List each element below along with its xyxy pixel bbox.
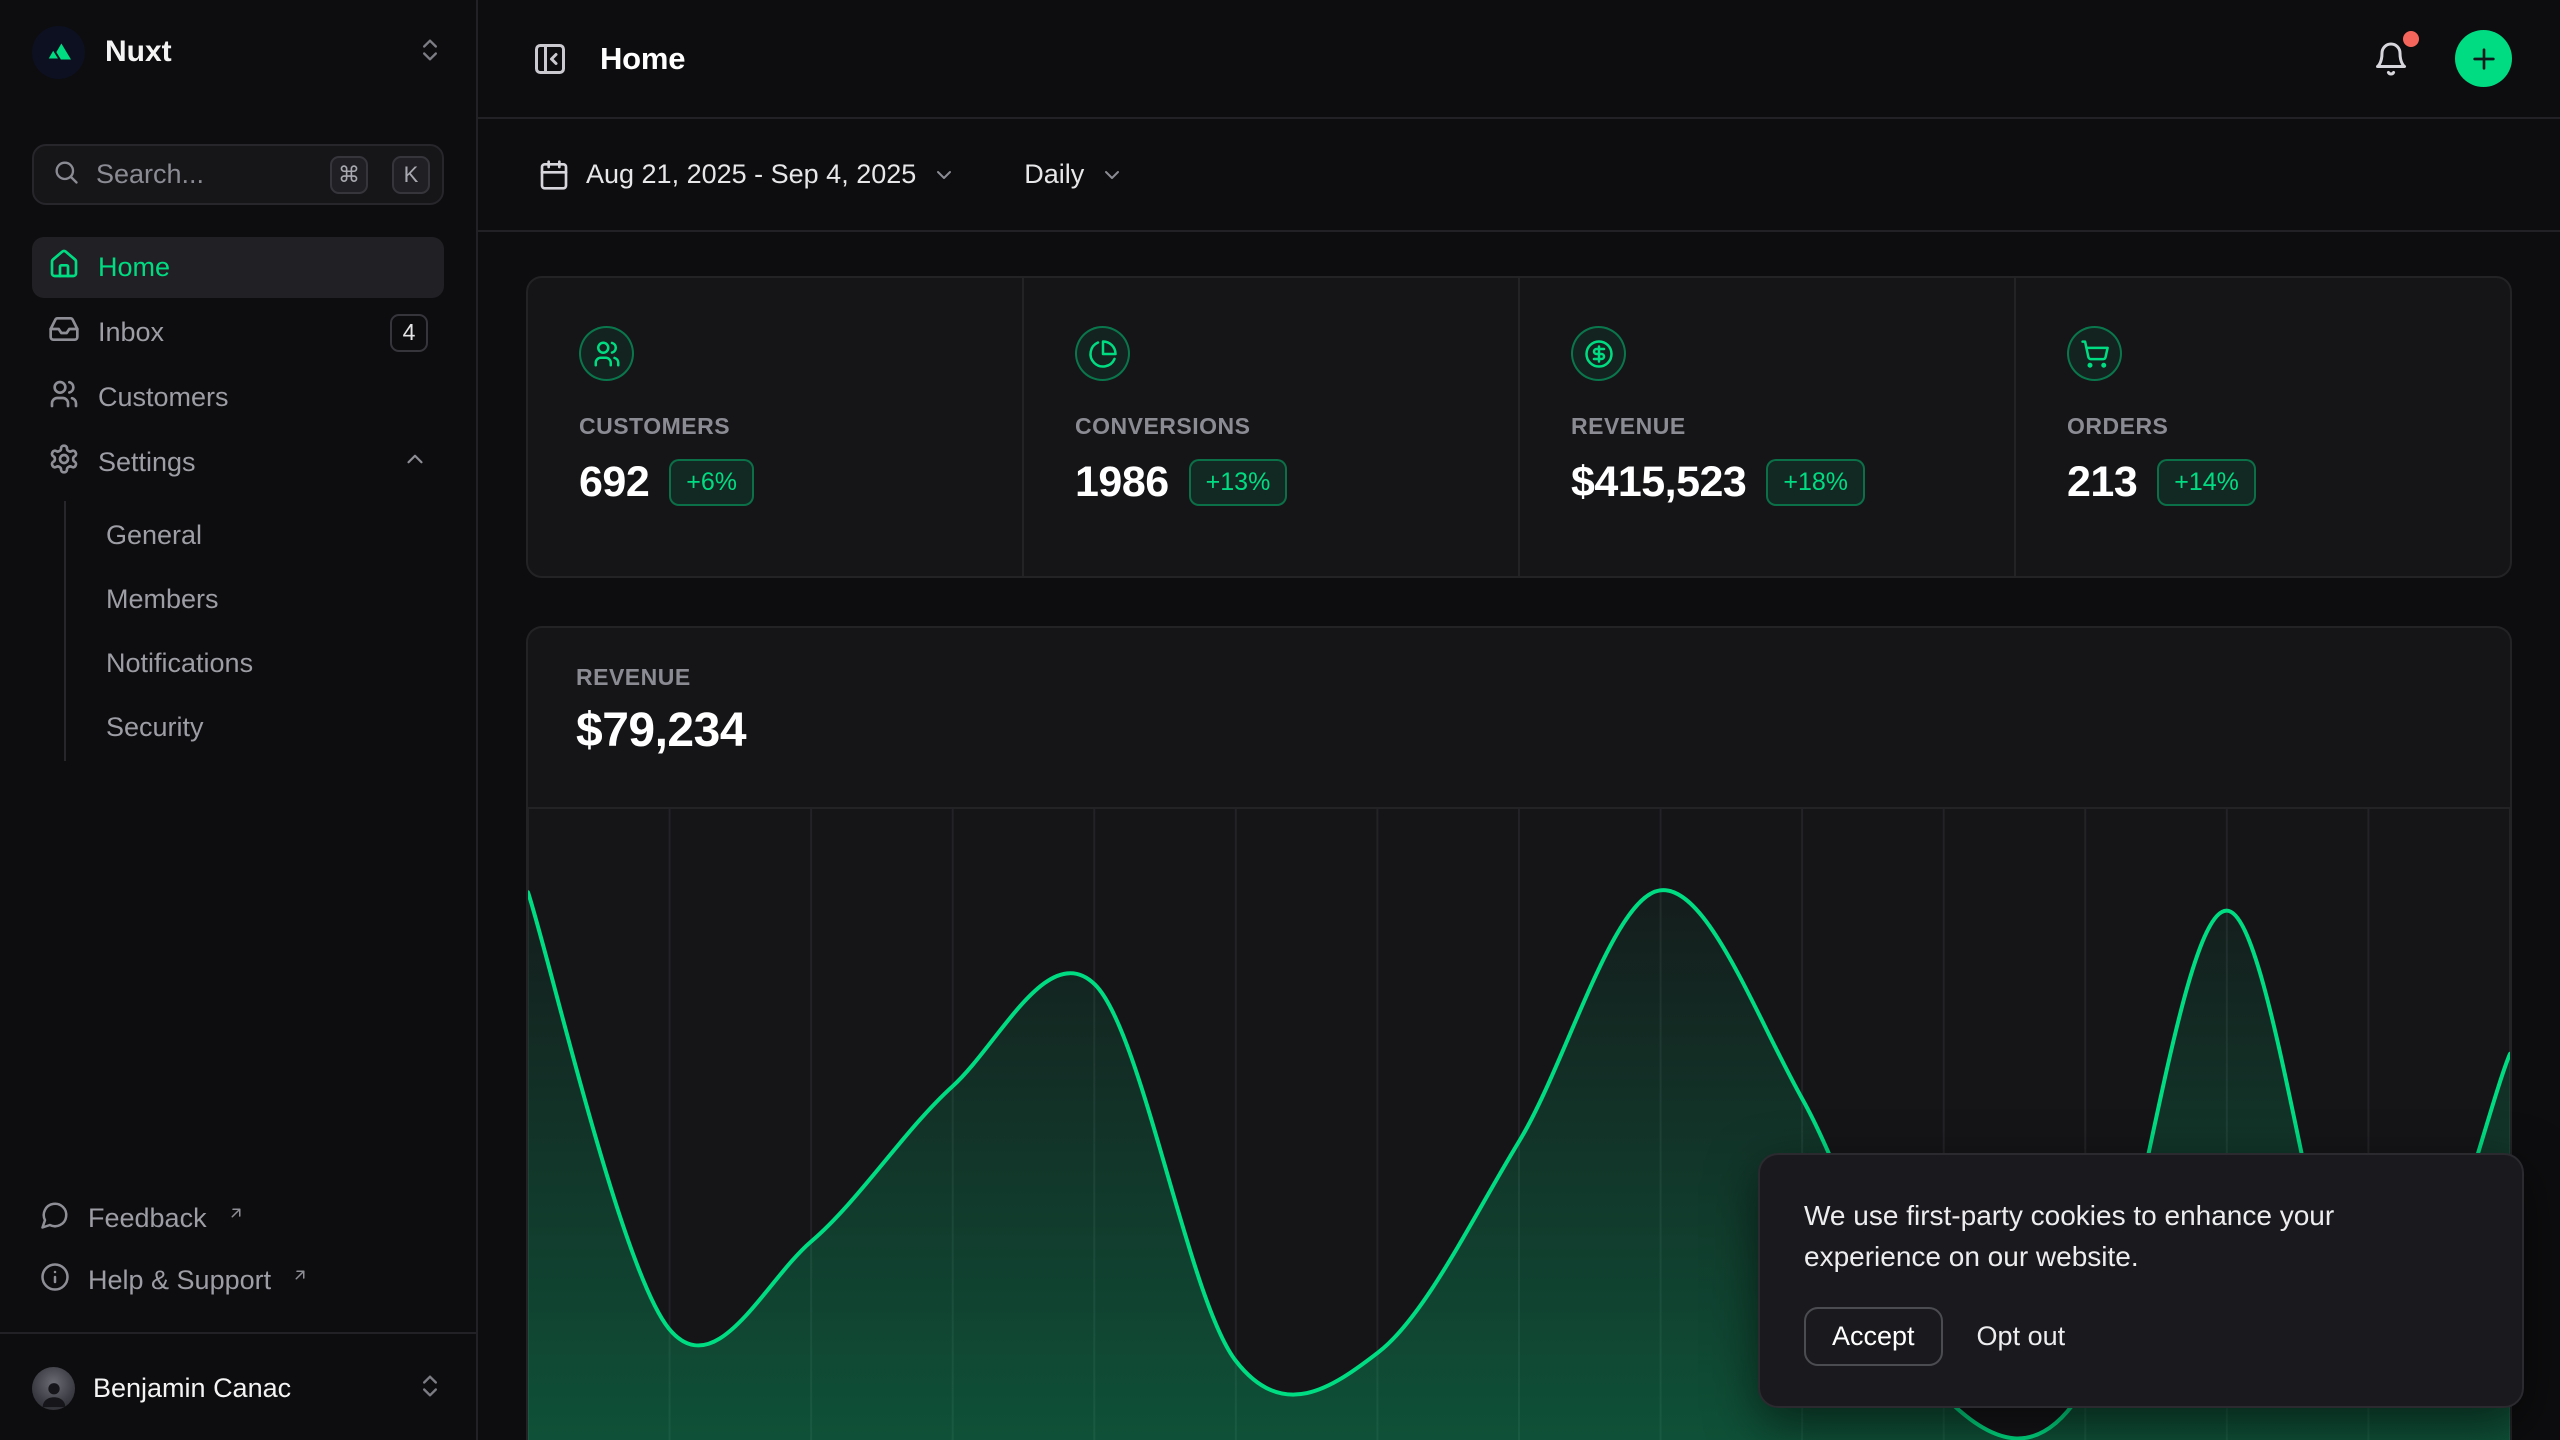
- revenue-chart-header: REVENUE $79,234: [528, 628, 2510, 807]
- stat-label: CONVERSIONS: [1075, 413, 1518, 440]
- stat-label: REVENUE: [1571, 413, 2014, 440]
- chevron-up-icon: [402, 446, 428, 479]
- help-support-link[interactable]: Help & Support: [32, 1252, 444, 1308]
- sidebar: Nuxt Search... ⌘ K Home: [0, 0, 478, 1440]
- gear-icon: [48, 443, 80, 482]
- sidebar-item-inbox[interactable]: Inbox 4: [32, 302, 444, 363]
- workspace-switcher[interactable]: Nuxt: [32, 24, 444, 80]
- date-range-label: Aug 21, 2025 - Sep 4, 2025: [586, 159, 916, 190]
- settings-submenu: General Members Notifications Security: [64, 501, 444, 761]
- notification-dot: [2403, 31, 2419, 47]
- search-icon: [52, 158, 80, 191]
- stat-orders: ORDERS 213 +14%: [2014, 278, 2510, 576]
- revenue-chart-label: REVENUE: [576, 664, 2462, 691]
- stat-value: 213: [2067, 458, 2137, 507]
- sidebar-item-settings[interactable]: Settings: [32, 432, 444, 493]
- filters-toolbar: Aug 21, 2025 - Sep 4, 2025 Daily: [478, 119, 2560, 232]
- stat-delta-badge: +6%: [669, 459, 754, 506]
- chevrons-updown-icon: [416, 36, 444, 69]
- add-button[interactable]: [2455, 30, 2512, 87]
- home-icon: [48, 248, 80, 287]
- stat-revenue: REVENUE $415,523 +18%: [1518, 278, 2014, 576]
- kbd-cmd: ⌘: [330, 156, 368, 194]
- sidebar-item-label: Home: [98, 252, 170, 283]
- chat-bubble-icon: [40, 1200, 70, 1237]
- external-link-icon: [291, 1260, 309, 1291]
- inbox-count-badge: 4: [390, 314, 428, 352]
- date-range-picker[interactable]: Aug 21, 2025 - Sep 4, 2025: [526, 149, 968, 201]
- user-name: Benjamin Canac: [93, 1373, 291, 1404]
- sidebar-item-label: Inbox: [98, 317, 164, 348]
- nuxt-logo-icon: [32, 26, 85, 79]
- sidebar-collapse-button[interactable]: [526, 35, 574, 83]
- stat-conversions: CONVERSIONS 1986 +13%: [1022, 278, 1518, 576]
- accept-button[interactable]: Accept: [1804, 1307, 1943, 1366]
- inbox-icon: [48, 313, 80, 352]
- search-input[interactable]: Search... ⌘ K: [32, 144, 444, 205]
- revenue-chart-value: $79,234: [576, 703, 2462, 758]
- chevrons-updown-icon: [416, 1372, 444, 1405]
- sidebar-item-home[interactable]: Home: [32, 237, 444, 298]
- pie-chart-icon: [1075, 326, 1130, 381]
- sidebar-item-label: Settings: [98, 447, 196, 478]
- external-link-icon: [227, 1198, 245, 1229]
- stat-delta-badge: +13%: [1189, 459, 1288, 506]
- sidebar-item-label: Customers: [98, 382, 229, 413]
- cookie-banner: We use first-party cookies to enhance yo…: [1758, 1153, 2524, 1408]
- kbd-k: K: [392, 156, 430, 194]
- footer-link-label: Feedback: [88, 1203, 207, 1234]
- stat-delta-badge: +18%: [1766, 459, 1865, 506]
- stat-delta-badge: +14%: [2157, 459, 2256, 506]
- stat-label: CUSTOMERS: [579, 413, 1022, 440]
- stat-label: ORDERS: [2067, 413, 2510, 440]
- dollar-circle-icon: [1571, 326, 1626, 381]
- stat-customers: CUSTOMERS 692 +6%: [528, 278, 1022, 576]
- search-placeholder: Search...: [96, 159, 314, 190]
- stat-value: 692: [579, 458, 649, 507]
- submenu-item-general[interactable]: General: [66, 507, 444, 563]
- workspace-name: Nuxt: [105, 35, 172, 69]
- stat-value: $415,523: [1571, 458, 1746, 507]
- sidebar-divider: [0, 1332, 476, 1334]
- page-title: Home: [600, 41, 685, 77]
- notifications-button[interactable]: [2367, 35, 2415, 83]
- sidebar-item-customers[interactable]: Customers: [32, 367, 444, 428]
- granularity-label: Daily: [1024, 159, 1084, 190]
- footer-link-label: Help & Support: [88, 1265, 271, 1296]
- stat-value: 1986: [1075, 458, 1169, 507]
- sidebar-nav: Home Inbox 4 Customers Settings: [32, 237, 444, 761]
- submenu-item-security[interactable]: Security: [66, 699, 444, 755]
- cookie-message: We use first-party cookies to enhance yo…: [1804, 1195, 2478, 1277]
- user-menu[interactable]: Benjamin Canac: [32, 1356, 444, 1420]
- stats-card: CUSTOMERS 692 +6% CONVERSIONS 1986 +13%: [526, 276, 2512, 578]
- info-icon: [40, 1262, 70, 1299]
- users-icon: [48, 378, 80, 417]
- opt-out-button[interactable]: Opt out: [1977, 1321, 2066, 1352]
- users-icon: [579, 326, 634, 381]
- page-header: Home: [478, 0, 2560, 119]
- granularity-select[interactable]: Daily: [1012, 149, 1136, 200]
- submenu-item-notifications[interactable]: Notifications: [66, 635, 444, 691]
- feedback-link[interactable]: Feedback: [32, 1190, 444, 1246]
- avatar: [32, 1367, 75, 1410]
- submenu-item-members[interactable]: Members: [66, 571, 444, 627]
- cart-icon: [2067, 326, 2122, 381]
- sidebar-footer: Feedback Help & Support Benjamin: [32, 1190, 444, 1420]
